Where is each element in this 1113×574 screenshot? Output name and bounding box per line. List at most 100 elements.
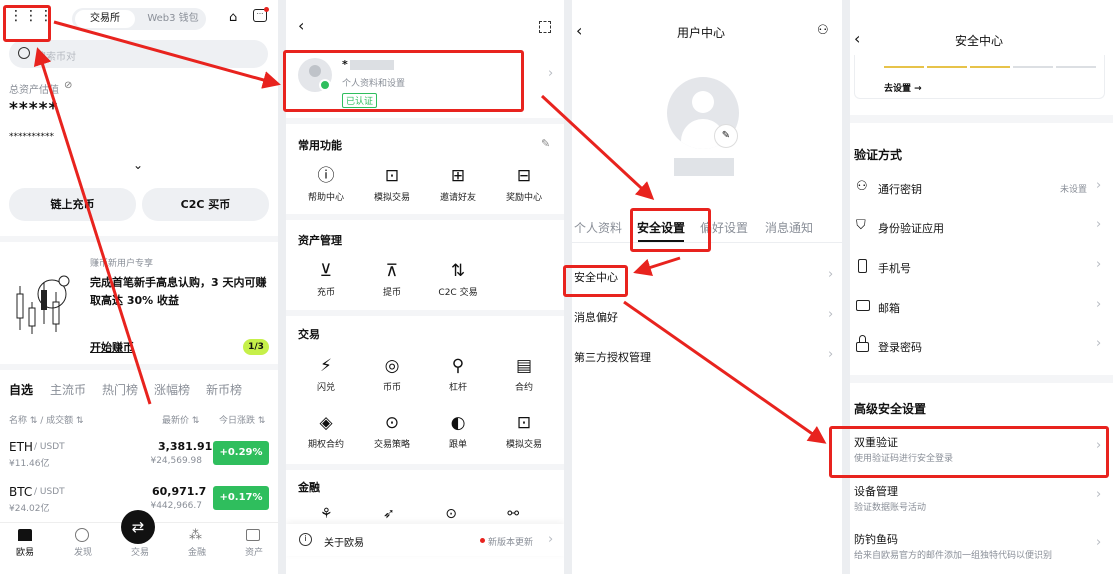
- phone-icon: [858, 259, 867, 273]
- column-name-volume[interactable]: 名称 ⇅ / 成交额 ⇅: [9, 413, 84, 426]
- about-label: 关于欧易: [324, 538, 364, 549]
- chevron-right-icon: ›: [1096, 535, 1102, 550]
- nav-finance-icon[interactable]: ⁂: [189, 528, 202, 543]
- row-symbol: ETH: [9, 440, 33, 454]
- tab-web3-wallet[interactable]: Web3 钱包: [141, 10, 205, 28]
- nav-trade-label[interactable]: 交易: [131, 545, 149, 558]
- deposit-button[interactable]: 链上充币: [9, 188, 136, 221]
- avatar-edit-icon[interactable]: ✎: [714, 124, 738, 148]
- list-item-anti-phishing[interactable]: 防钓鱼码 给来自欧易官方的邮件添加一组独特代码以便识别 ›: [850, 527, 1112, 567]
- section-divider-2: [0, 364, 278, 370]
- gift-icon[interactable]: ⌂: [229, 10, 237, 25]
- list-item-message-preferences[interactable]: 消息偏好 ›: [572, 298, 834, 338]
- grid-demo-trading[interactable]: ⊡ 模拟交易: [362, 165, 422, 203]
- grid-demo-trading-2[interactable]: ⊡ 模拟交易: [494, 412, 554, 450]
- grid-copy-trading[interactable]: ◐ 跟单: [428, 412, 488, 450]
- page-title: 安全中心: [955, 34, 1004, 48]
- chevron-right-icon: ›: [1096, 297, 1102, 312]
- grid-strategy[interactable]: ⊙ 交易策略: [362, 412, 422, 450]
- tab-notifications[interactable]: 消息通知: [765, 219, 813, 236]
- rocket-icon[interactable]: ➶: [383, 506, 395, 522]
- row-volume: ¥11.46亿: [9, 459, 50, 469]
- expand-chevron-icon[interactable]: ⌄: [133, 158, 143, 172]
- market-tab-new[interactable]: 新币榜: [206, 381, 242, 398]
- grid-help-center[interactable]: ⓘ 帮助中心: [296, 165, 356, 203]
- grid-deposit[interactable]: ⊻ 充币: [296, 260, 356, 298]
- row-cny: ¥24,569.98: [150, 456, 202, 466]
- grid-options[interactable]: ◈ 期权合约: [296, 412, 356, 450]
- lock-shackle: [859, 335, 866, 343]
- list-item-value: 未设置: [1060, 185, 1088, 195]
- nav-trade-button[interactable]: ⇄: [121, 510, 155, 544]
- market-tab-gainers[interactable]: 涨幅榜: [154, 381, 190, 398]
- tab-exchange[interactable]: 交易所: [75, 10, 135, 28]
- loan-icon[interactable]: ⚯: [507, 506, 519, 522]
- edit-icon[interactable]: ✎: [541, 137, 550, 150]
- search-icon: [18, 47, 30, 59]
- savings-icon[interactable]: ⊙: [445, 506, 457, 522]
- back-icon[interactable]: ‹: [298, 16, 304, 35]
- list-item-third-party-auth[interactable]: 第三方授权管理 ›: [572, 338, 834, 378]
- nav-home-label[interactable]: 欧易: [16, 545, 34, 558]
- nav-discover-label[interactable]: 发现: [74, 545, 92, 558]
- section-common-title: 常用功能: [298, 139, 342, 152]
- list-item-passkey[interactable]: ⚇ 通行密钥 未设置 ›: [850, 169, 1112, 209]
- grid-rewards-center[interactable]: ⊟ 奖励中心: [494, 165, 554, 203]
- chevron-right-icon: ›: [1096, 487, 1102, 502]
- grid-withdraw[interactable]: ⊼ 提币: [362, 260, 422, 298]
- section-divider: [286, 464, 564, 470]
- section-verify-title: 验证方式: [854, 148, 903, 162]
- c2c-buy-button[interactable]: C2C 买币: [142, 188, 269, 221]
- go-setup-link[interactable]: 去设置 →: [884, 81, 922, 94]
- search-input[interactable]: 搜索币对: [36, 48, 76, 63]
- table-row[interactable]: ETH / USDT ¥11.46亿 3,381.91 ¥24,569.98 +…: [0, 436, 278, 476]
- nav-assets-icon[interactable]: [246, 529, 260, 541]
- list-item-phone[interactable]: 手机号 ›: [850, 248, 1112, 288]
- nav-assets-label[interactable]: 资产: [245, 545, 263, 558]
- section-divider: [850, 375, 1113, 383]
- list-item-authenticator[interactable]: ⛉ 身份验证应用 ›: [850, 208, 1112, 248]
- message-dot: [264, 7, 269, 12]
- list-item-device-management[interactable]: 设备管理 验证数据账号活动 ›: [850, 479, 1112, 519]
- asset-value: *****: [9, 99, 59, 119]
- market-tab-mainstream[interactable]: 主流币: [50, 381, 86, 398]
- column-price[interactable]: 最新价 ⇅: [162, 413, 199, 426]
- chevron-right-icon: ›: [828, 307, 834, 322]
- market-tab-watchlist[interactable]: 自选: [9, 381, 33, 398]
- list-item-email[interactable]: 邮箱 ›: [850, 288, 1112, 328]
- promo-link[interactable]: 开始赚币: [90, 339, 134, 355]
- section-divider: [850, 115, 1113, 123]
- nav-home-icon[interactable]: [18, 529, 32, 541]
- grid-margin[interactable]: ⚲ 杠杆: [428, 355, 488, 393]
- profile-chevron-icon[interactable]: ›: [548, 66, 553, 81]
- nav-discover-icon[interactable]: [75, 528, 89, 542]
- back-icon[interactable]: ‹: [576, 21, 582, 40]
- column-change[interactable]: 今日涨跌 ⇅: [219, 413, 265, 426]
- eye-off-icon[interactable]: ⊘: [64, 80, 72, 91]
- list-item-login-password[interactable]: 登录密码 ›: [850, 327, 1112, 367]
- about-chevron-icon: ›: [548, 532, 554, 547]
- grid-spot[interactable]: ◎ 币币: [362, 355, 422, 393]
- section-trade-title: 交易: [298, 328, 320, 341]
- chevron-right-icon: ›: [1096, 178, 1102, 193]
- grid-c2c-trade[interactable]: ⇅ C2C 交易: [428, 260, 488, 298]
- grid-label: 充币: [316, 288, 335, 298]
- grid-convert[interactable]: ⚡ 闪兑: [296, 355, 356, 393]
- add-user-icon[interactable]: ⚇: [817, 23, 829, 38]
- back-icon[interactable]: ‹: [854, 29, 860, 48]
- grid-label: 奖励中心: [505, 193, 542, 203]
- tab-profile[interactable]: 个人资料: [574, 219, 622, 236]
- section-divider: [286, 310, 564, 316]
- earn-icon[interactable]: ⚘: [320, 506, 333, 522]
- scan-icon[interactable]: [539, 21, 551, 33]
- chevron-right-icon: ›: [828, 347, 834, 362]
- grid-invite-friends[interactable]: ⊞ 邀请好友: [428, 165, 488, 203]
- grid-label: 模拟交易: [505, 440, 542, 450]
- nav-finance-label[interactable]: 金融: [188, 545, 206, 558]
- section-divider: [286, 118, 564, 124]
- spot-icon: ◎: [384, 356, 400, 376]
- list-item-subtitle: 验证数据账号活动: [854, 503, 927, 513]
- market-tab-hot[interactable]: 热门榜: [102, 381, 138, 398]
- grid-futures[interactable]: ▤ 合约: [494, 355, 554, 393]
- update-label[interactable]: 新版本更新: [488, 535, 533, 548]
